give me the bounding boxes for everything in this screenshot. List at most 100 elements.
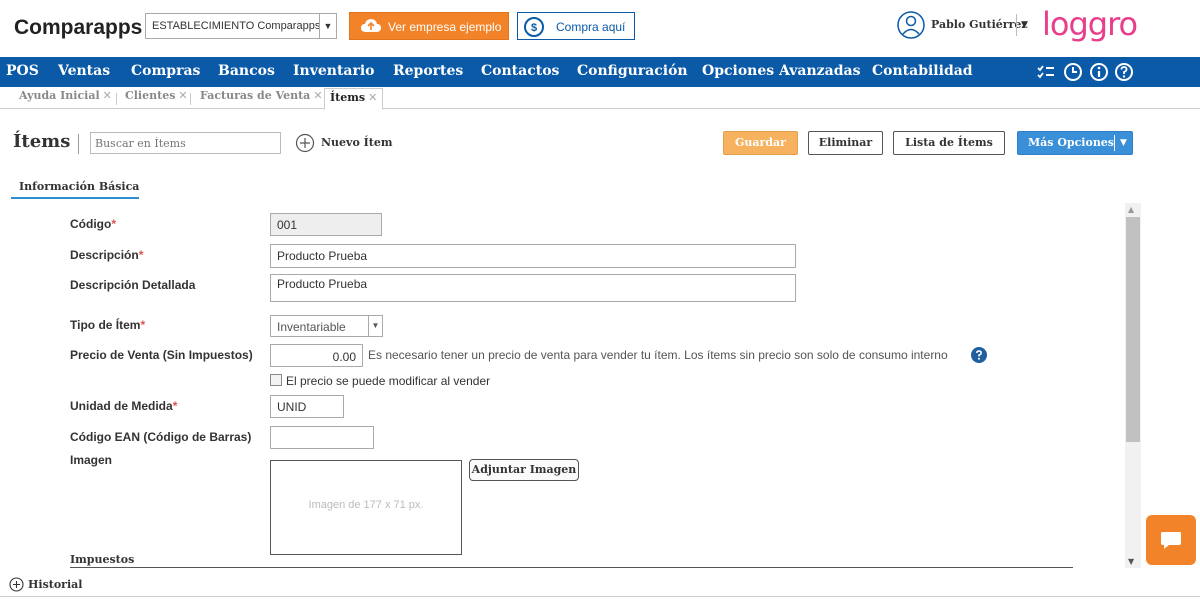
plus-circle-icon bbox=[9, 577, 24, 592]
user-menu-chevron-icon[interactable]: ▼ bbox=[1021, 20, 1028, 30]
description-field[interactable]: Producto Prueba bbox=[270, 244, 796, 268]
chat-bubble-icon bbox=[1161, 532, 1181, 549]
required-mark: * bbox=[172, 399, 178, 413]
user-name[interactable]: Pablo Gutiérrez bbox=[931, 18, 1028, 31]
clock-icon[interactable] bbox=[1063, 62, 1083, 82]
cloud-icon bbox=[361, 19, 381, 32]
brand-name: Comparapps bbox=[14, 16, 143, 39]
active-tab-indicator bbox=[11, 197, 139, 199]
plus-circle-icon bbox=[295, 133, 315, 153]
label-text: Descripción bbox=[70, 248, 139, 262]
item-type-label: Tipo de Ítem* bbox=[70, 318, 145, 332]
detailed-description-label: Descripción Detallada bbox=[70, 278, 196, 292]
code-label: Código* bbox=[70, 217, 116, 231]
history-label: Historial bbox=[28, 578, 83, 591]
scroll-down-icon[interactable]: ▼ bbox=[1128, 557, 1134, 566]
tab-informacion-basica[interactable]: Información Básica bbox=[19, 180, 139, 193]
tab-ayuda-inicial[interactable]: Ayuda Inicial ✕ bbox=[19, 89, 112, 109]
description-label: Descripción* bbox=[70, 248, 143, 262]
tab-items[interactable]: Ítems ✕ bbox=[324, 88, 384, 110]
scroll-thumb[interactable] bbox=[1126, 217, 1140, 442]
divider bbox=[1016, 14, 1017, 36]
ean-field[interactable] bbox=[270, 426, 374, 449]
buy-label: Compra aquí bbox=[556, 20, 626, 34]
divider bbox=[1114, 135, 1115, 151]
save-button[interactable]: Guardar bbox=[723, 131, 798, 155]
svg-text:loggro: loggro bbox=[1042, 7, 1137, 43]
search-input[interactable] bbox=[90, 132, 281, 154]
chevron-down-icon: ▼ bbox=[368, 316, 382, 336]
nav-item-contabilidad[interactable]: Contabilidad bbox=[872, 63, 973, 79]
nav-item-bancos[interactable]: Bancos bbox=[218, 63, 275, 79]
image-label: Imagen bbox=[70, 453, 113, 467]
taxes-label: Impuestos bbox=[70, 553, 135, 566]
loggro-logo: loggro bbox=[1042, 7, 1138, 43]
app-header: Comparapps ESTABLECIMIENTO Comparapps ▼ … bbox=[0, 0, 1200, 52]
user-avatar-icon[interactable] bbox=[896, 10, 926, 40]
price-editable-label: El precio se puede modificar al vender bbox=[286, 374, 491, 388]
tab-label: Clientes bbox=[125, 89, 176, 102]
code-field[interactable]: 001 bbox=[270, 213, 382, 236]
page-title: Ítems bbox=[13, 131, 71, 152]
required-mark: * bbox=[111, 217, 116, 231]
close-icon[interactable]: ✕ bbox=[178, 89, 187, 102]
item-type-value: Inventariable bbox=[277, 320, 346, 334]
example-company-label: Ver empresa ejemplo bbox=[388, 20, 502, 34]
unit-label: Unidad de Medida* bbox=[70, 399, 177, 413]
sale-price-field[interactable]: 0.00 bbox=[270, 344, 363, 367]
chevron-down-icon[interactable]: ▼ bbox=[1120, 132, 1127, 154]
more-options-button[interactable]: Más Opciones ▼ bbox=[1017, 131, 1133, 155]
unit-field[interactable]: UNID bbox=[270, 395, 344, 418]
establishment-select[interactable]: ESTABLECIMIENTO Comparapps ▼ bbox=[145, 13, 337, 39]
nav-item-opciones-avanzadas[interactable]: Opciones Avanzadas bbox=[702, 63, 860, 79]
tab-label: Ítems bbox=[330, 91, 366, 104]
example-company-button[interactable]: Ver empresa ejemplo bbox=[349, 12, 509, 40]
nav-item-inventario[interactable]: Inventario bbox=[293, 63, 375, 79]
main-nav: POS Ventas Compras Bancos Inventario Rep… bbox=[0, 57, 1200, 87]
tab-divider bbox=[116, 93, 117, 105]
label-text: Tipo de Ítem bbox=[70, 318, 141, 332]
label-text: Unidad de Medida bbox=[70, 399, 173, 413]
tab-facturas-de-venta[interactable]: Facturas de Venta ✕ bbox=[200, 89, 323, 109]
tab-divider bbox=[190, 93, 191, 105]
nav-item-ventas[interactable]: Ventas bbox=[58, 63, 110, 79]
nav-item-reportes[interactable]: Reportes bbox=[393, 63, 463, 79]
ean-label: Código EAN (Código de Barras) bbox=[70, 430, 252, 444]
checklist-icon[interactable] bbox=[1036, 62, 1056, 82]
scrollbar[interactable]: ▲ ▼ bbox=[1125, 203, 1141, 568]
label-text: Código bbox=[70, 217, 112, 231]
tab-clientes[interactable]: Clientes ✕ bbox=[125, 89, 188, 109]
tab-label: Ayuda Inicial bbox=[19, 89, 100, 102]
price-note: Es necesario tener un precio de venta pa… bbox=[368, 348, 948, 362]
attach-image-button[interactable]: Adjuntar Imagen bbox=[469, 459, 579, 481]
sale-price-label: Precio de Venta (Sin Impuestos) bbox=[70, 348, 253, 362]
nav-item-contactos[interactable]: Contactos bbox=[481, 63, 559, 79]
close-icon[interactable]: ✕ bbox=[313, 89, 322, 102]
delete-button[interactable]: Eliminar bbox=[808, 131, 883, 155]
buy-button[interactable]: $ Compra aquí bbox=[517, 12, 635, 40]
more-options-label: Más Opciones bbox=[1028, 136, 1115, 149]
required-mark: * bbox=[140, 318, 146, 332]
new-item-label: Nuevo Ítem bbox=[321, 136, 393, 149]
close-icon[interactable]: ✕ bbox=[103, 89, 112, 102]
image-dropzone[interactable]: Imagen de 177 x 71 px. bbox=[270, 460, 462, 555]
required-mark: * bbox=[138, 248, 144, 262]
divider bbox=[0, 596, 1200, 597]
item-type-select[interactable]: Inventariable ▼ bbox=[270, 315, 383, 337]
tab-label: Facturas de Venta bbox=[200, 89, 311, 102]
help-icon[interactable] bbox=[971, 347, 987, 363]
info-icon[interactable] bbox=[1089, 62, 1109, 82]
nav-item-configuracion[interactable]: Configuración bbox=[577, 63, 688, 79]
svg-text:$: $ bbox=[531, 22, 537, 34]
divider bbox=[70, 567, 1073, 568]
nav-item-pos[interactable]: POS bbox=[6, 63, 39, 79]
price-editable-checkbox[interactable] bbox=[270, 374, 282, 386]
close-icon[interactable]: ✕ bbox=[368, 91, 377, 104]
detailed-description-field[interactable]: Producto Prueba bbox=[270, 274, 796, 302]
item-list-button[interactable]: Lista de Ítems bbox=[893, 131, 1005, 155]
image-placeholder: Imagen de 177 x 71 px. bbox=[308, 499, 424, 511]
scroll-up-icon[interactable]: ▲ bbox=[1128, 205, 1134, 214]
nav-item-compras[interactable]: Compras bbox=[131, 63, 200, 79]
chat-button[interactable] bbox=[1146, 515, 1196, 565]
help-icon[interactable] bbox=[1114, 62, 1134, 82]
